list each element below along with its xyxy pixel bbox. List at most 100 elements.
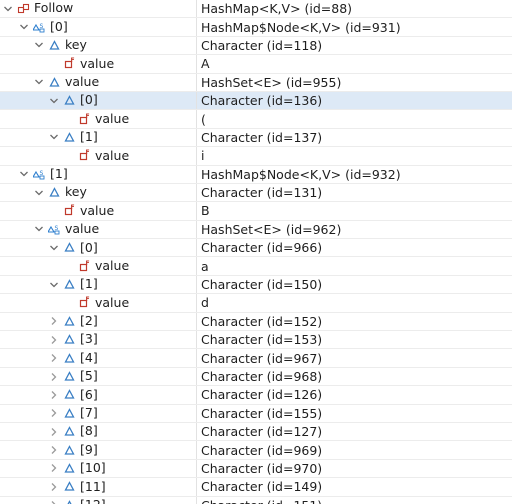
variable-value: Character (id=970) [201,460,323,476]
variable-name: value [95,147,130,163]
variable-name-cell: S [1] [0,165,197,183]
variable-name: [11] [80,478,106,494]
field-icon [63,333,76,346]
tree-row[interactable]: [12] Character (id=151) [0,496,512,504]
chevron-down-icon[interactable] [33,223,45,235]
tree-row[interactable]: [0] Character (id=136) [0,91,512,111]
field-icon [63,407,76,420]
tree-row[interactable]: Fvalue A [0,55,512,74]
tree-row[interactable]: [11] Character (id=149) [0,478,512,497]
variable-name: [6] [80,386,98,402]
chevron-right-icon[interactable] [48,371,60,383]
variable-name: value [65,221,100,237]
tree-row[interactable]: [1] Character (id=137) [0,128,512,148]
field-icon [63,241,76,254]
tree-row[interactable]: [4] Character (id=967) [0,349,512,368]
variable-value: Character (id=118) [201,37,323,53]
final-field-icon: F [78,149,91,162]
variable-value: Character (id=137) [201,129,323,145]
tree-row[interactable]: Fvalue( [0,110,512,129]
entry-icon: S [33,21,46,34]
tree-row[interactable]: [9] Character (id=969) [0,441,512,460]
variable-name-cell: Fvalue [0,257,197,275]
variable-value: Character (id=127) [201,424,323,440]
field-icon [48,76,61,89]
tree-row[interactable]: S [0] HashMap$Node<K,V> (id=931) [0,18,512,37]
tree-row[interactable]: [1] Character (id=150) [0,275,512,295]
tree-row[interactable]: Fvalue i [0,147,512,166]
field-icon [63,131,76,144]
svg-text:F: F [71,57,75,64]
variable-value: HashMap<K,V> (id=88) [201,1,353,17]
variable-name-cell: key [0,183,197,202]
chevron-right-icon[interactable] [48,444,60,456]
chevron-right-icon[interactable] [48,407,60,419]
tree-row[interactable]: [8] Character (id=127) [0,422,512,442]
chevron-right-icon[interactable] [48,389,60,401]
variable-value: HashMap$Node<K,V> (id=932) [201,166,401,182]
tree-row[interactable]: Follow HashMap<K,V> (id=88) [0,0,512,19]
variable-name-cell: [6] [0,386,197,404]
variable-value: i [201,148,205,164]
tree-row[interactable]: [6] Character (id=126) [0,386,512,405]
chevron-down-icon[interactable] [48,131,60,143]
tree-row[interactable]: [2] Character (id=152) [0,312,512,332]
variable-name: [5] [80,368,98,384]
chevron-down-icon[interactable] [33,187,45,199]
chevron-down-icon[interactable] [48,242,60,254]
chevron-down-icon[interactable] [33,39,45,51]
variable-name: value [95,294,130,310]
variable-name-cell: [9] [0,441,197,459]
variable-value: d [201,295,209,311]
tree-row[interactable]: [3] Character (id=153) [0,331,512,350]
chevron-right-icon[interactable] [48,462,60,474]
tree-row[interactable]: key Character (id=118) [0,36,512,56]
final-field-icon: F [78,113,91,126]
chevron-down-icon[interactable] [48,279,60,291]
chevron-down-icon[interactable] [33,76,45,88]
variable-name-cell: [7] [0,404,197,422]
chevron-down-icon[interactable] [48,95,60,107]
variable-name: value [80,202,115,218]
tree-row[interactable]: [0] Character (id=966) [0,239,512,258]
tree-row[interactable]: Fvalue B [0,202,512,221]
tree-row[interactable]: key Character (id=131) [0,183,512,203]
svg-text:F: F [86,113,90,120]
tree-row[interactable]: [5] Character (id=968) [0,367,512,387]
variable-value: HashSet<E> (id=962) [201,221,342,237]
variable-value: B [201,203,210,219]
field-icon [48,39,61,52]
variable-name-cell: [12] [0,496,197,504]
variable-name: value [95,257,130,273]
chevron-right-icon[interactable] [48,426,60,438]
chevron-right-icon[interactable] [48,499,60,504]
variable-name-cell: [1] [0,275,197,294]
variable-name: [1] [80,129,98,145]
chevron-down-icon[interactable] [18,168,30,180]
tree-row[interactable]: Svalue HashSet<E> (id=962) [0,220,512,240]
variable-name-cell: [10] [0,459,197,478]
chevron-right-icon[interactable] [48,334,60,346]
chevron-right-icon[interactable] [48,481,60,493]
chevron-down-icon[interactable] [18,21,30,33]
variable-name: value [95,110,130,126]
variable-name-cell: [8] [0,422,197,441]
svg-text:F: F [71,204,75,211]
local-variable-icon [17,2,30,15]
variable-value: HashMap$Node<K,V> (id=931) [201,19,401,35]
tree-row[interactable]: S [1] HashMap$Node<K,V> (id=932) [0,165,512,184]
tree-row[interactable]: value HashSet<E> (id=955) [0,73,512,92]
chevron-right-icon[interactable] [48,315,60,327]
chevron-right-icon[interactable] [48,352,60,364]
tree-row[interactable]: Fvalue a [0,257,512,276]
variable-name-cell: Svalue [0,220,197,239]
chevron-down-icon[interactable] [2,3,14,15]
tree-row[interactable]: [10] Character (id=970) [0,459,512,479]
tree-row[interactable]: [7] Character (id=155) [0,404,512,423]
variable-value: Character (id=155) [201,405,323,421]
tree-row[interactable]: Fvalue d [0,294,512,313]
field-icon [63,352,76,365]
variable-value: Character (id=967) [201,350,323,366]
